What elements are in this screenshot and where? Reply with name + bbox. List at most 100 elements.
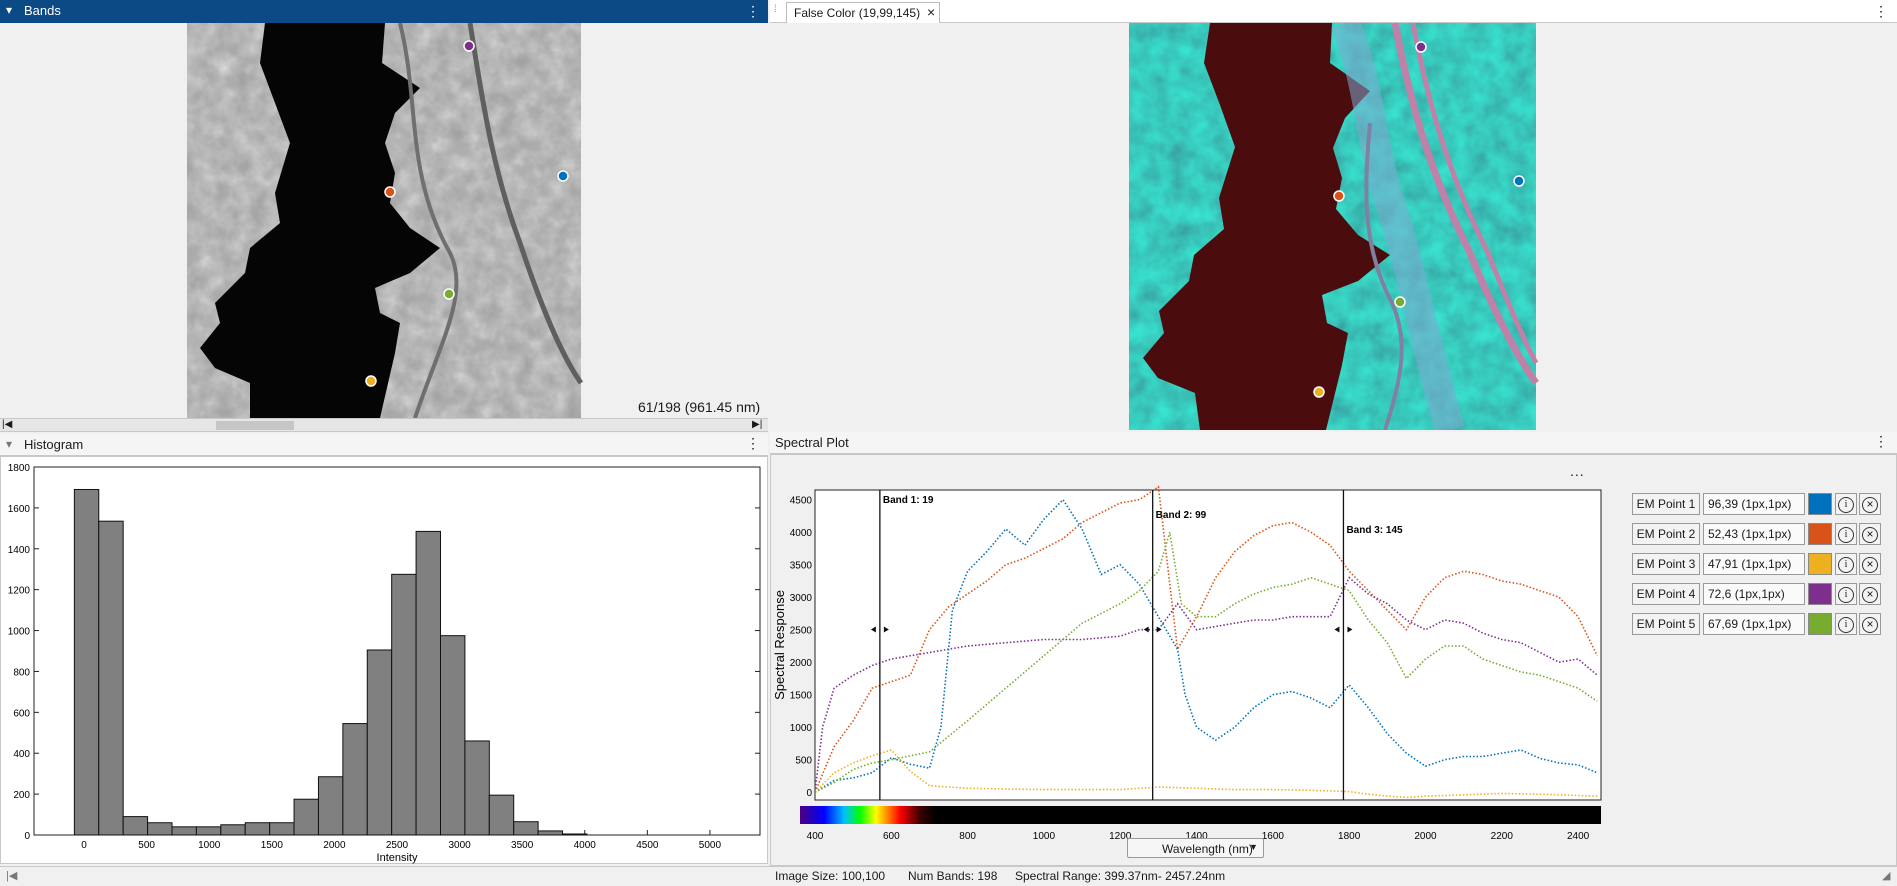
- histogram-panel-header: ▾ Histogram ⋮: [0, 434, 768, 456]
- histogram-bar: [171, 826, 197, 836]
- histogram-bar: [439, 635, 466, 836]
- x-tick-label: 2500: [386, 840, 409, 851]
- x-tick-label: 2400: [1567, 831, 1590, 842]
- histogram-chart: 0 200 400 600 800 1000 1200 1400 1600 1800 0 500 100…: [8, 463, 761, 864]
- spectral-panel-header: Spectral Plot ⋮: [770, 432, 1897, 454]
- histogram-bar: [122, 816, 149, 836]
- bands-view: 61/198 (961.45 nm): [0, 22, 768, 419]
- close-icon[interactable]: ×: [927, 4, 935, 20]
- histogram-bar: [488, 794, 515, 836]
- slider-start-icon[interactable]: |◀: [2, 419, 12, 430]
- x-tick-label: 1600: [1262, 831, 1285, 842]
- em-point-color-swatch[interactable]: [1808, 553, 1832, 575]
- histogram-bar: [220, 824, 246, 836]
- x-tick-label: 5000: [699, 840, 722, 851]
- em-point-value-field[interactable]: 47,91 (1px,1px): [1703, 553, 1805, 575]
- status-right-icon[interactable]: ◢: [1882, 869, 1890, 882]
- histogram-bar: [98, 520, 124, 836]
- em-point-label[interactable]: EM Point 5: [1632, 613, 1700, 635]
- y-tick-label: 4500: [790, 496, 813, 507]
- em-point-value-field[interactable]: 52,43 (1px,1px): [1703, 523, 1805, 545]
- y-tick-label: 3500: [790, 561, 813, 572]
- false-color-image-canvas[interactable]: [770, 17, 1897, 435]
- false-color-em-marker-5: [1394, 296, 1406, 308]
- info-icon: i: [1838, 527, 1854, 543]
- info-button[interactable]: i: [1835, 553, 1857, 575]
- remove-point-button[interactable]: ×: [1859, 553, 1881, 575]
- collapse-icon[interactable]: ▾: [6, 437, 12, 451]
- em-point-color-swatch[interactable]: [1808, 613, 1832, 635]
- y-tick-label: 2000: [790, 658, 813, 669]
- tab-false-color[interactable]: False Color (19,99,145) ×: [786, 2, 940, 23]
- em-point-value-field[interactable]: 96,39 (1px,1px): [1703, 493, 1805, 515]
- y-tick-label: 500: [795, 756, 812, 767]
- band-image-canvas[interactable]: [0, 22, 768, 419]
- remove-point-button[interactable]: ×: [1859, 613, 1881, 635]
- band-marker-label: Band 2: 99: [1156, 510, 1207, 521]
- em-point-label[interactable]: EM Point 4: [1632, 583, 1700, 605]
- em-marker-5: [443, 288, 455, 300]
- histogram-bar: [537, 830, 564, 836]
- false-color-view: [770, 17, 1897, 435]
- em-point-color-swatch[interactable]: [1808, 523, 1832, 545]
- false-color-em-marker-2: [1333, 190, 1345, 202]
- x-tick-label: 4000: [574, 840, 597, 851]
- x-tick-label: 2000: [1414, 831, 1437, 842]
- x-tick-label: 4500: [636, 840, 659, 851]
- collapse-icon[interactable]: ▾: [6, 3, 12, 17]
- drag-handle-icon[interactable]: ⁞: [774, 4, 777, 15]
- info-button[interactable]: i: [1835, 523, 1857, 545]
- em-point-value-field[interactable]: 67,69 (1px,1px): [1703, 613, 1805, 635]
- x-tick-label: 2200: [1491, 831, 1514, 842]
- x-tick-label: 500: [138, 840, 155, 851]
- histogram-bar: [73, 488, 100, 836]
- em-point-value-field[interactable]: 72,6 (1px,1px): [1703, 583, 1805, 605]
- false-color-em-marker-3: [1313, 386, 1325, 398]
- false-color-tabbar: ⁞ False Color (19,99,145) × ⋮: [770, 0, 1897, 23]
- histogram-panel-title: Histogram: [24, 437, 84, 452]
- y-tick-label: 0: [24, 831, 30, 842]
- slider-end-icon[interactable]: ▶|: [752, 419, 762, 430]
- histogram-menu-icon[interactable]: ⋮: [746, 436, 760, 450]
- em-point-label[interactable]: EM Point 3: [1632, 553, 1700, 575]
- y-tick-label: 400: [13, 749, 30, 760]
- em-point-color-swatch[interactable]: [1808, 493, 1832, 515]
- y-tick-label: 2500: [790, 626, 813, 637]
- histogram-bar: [562, 833, 588, 836]
- remove-point-button[interactable]: ×: [1859, 493, 1881, 515]
- info-icon: i: [1838, 557, 1854, 573]
- y-tick-label: 800: [13, 667, 30, 678]
- histogram-bar: [464, 740, 490, 836]
- false-color-menu-icon[interactable]: ⋮: [1874, 4, 1888, 18]
- x-tick-label: 3000: [448, 840, 471, 851]
- info-icon: i: [1838, 587, 1854, 603]
- band-slider[interactable]: |◀ ▶|: [0, 418, 768, 432]
- remove-point-button[interactable]: ×: [1859, 523, 1881, 545]
- y-tick-label: 600: [13, 708, 30, 719]
- info-button[interactable]: i: [1835, 493, 1857, 515]
- y-tick-label: 200: [13, 790, 30, 801]
- em-point-label[interactable]: EM Point 1: [1632, 493, 1700, 515]
- y-tick-label: 1000: [790, 723, 813, 734]
- info-button[interactable]: i: [1835, 613, 1857, 635]
- status-left-icon[interactable]: |◀: [6, 869, 17, 882]
- histogram-bar: [391, 573, 417, 836]
- chevron-down-icon: ▼: [1249, 842, 1258, 852]
- wavelength-dropdown[interactable]: Wavelength (nm) ▼: [1127, 838, 1264, 858]
- em-point-color-swatch[interactable]: [1808, 583, 1832, 605]
- info-button[interactable]: i: [1835, 583, 1857, 605]
- y-tick-label: 3000: [790, 593, 813, 604]
- histogram-bar: [293, 798, 319, 836]
- em-point-label[interactable]: EM Point 2: [1632, 523, 1700, 545]
- status-image-size: Image Size: 100,100: [775, 869, 886, 883]
- em-marker-1: [557, 170, 569, 182]
- band-marker-label: Band 1: 19: [883, 495, 934, 506]
- histogram-view: 0 200 400 600 800 1000 1200 1400 1600 1800 0 500 100…: [0, 456, 768, 864]
- remove-point-button[interactable]: ×: [1859, 583, 1881, 605]
- spectral-menu-icon[interactable]: ⋮: [1874, 434, 1888, 448]
- status-num-bands: Num Bands: 198: [908, 869, 998, 883]
- band-marker-label: Band 3: 145: [1346, 525, 1403, 536]
- bands-menu-icon[interactable]: ⋮: [746, 4, 760, 18]
- band-slider-thumb[interactable]: [216, 421, 294, 430]
- spectral-y-label: Spectral Response: [772, 590, 787, 700]
